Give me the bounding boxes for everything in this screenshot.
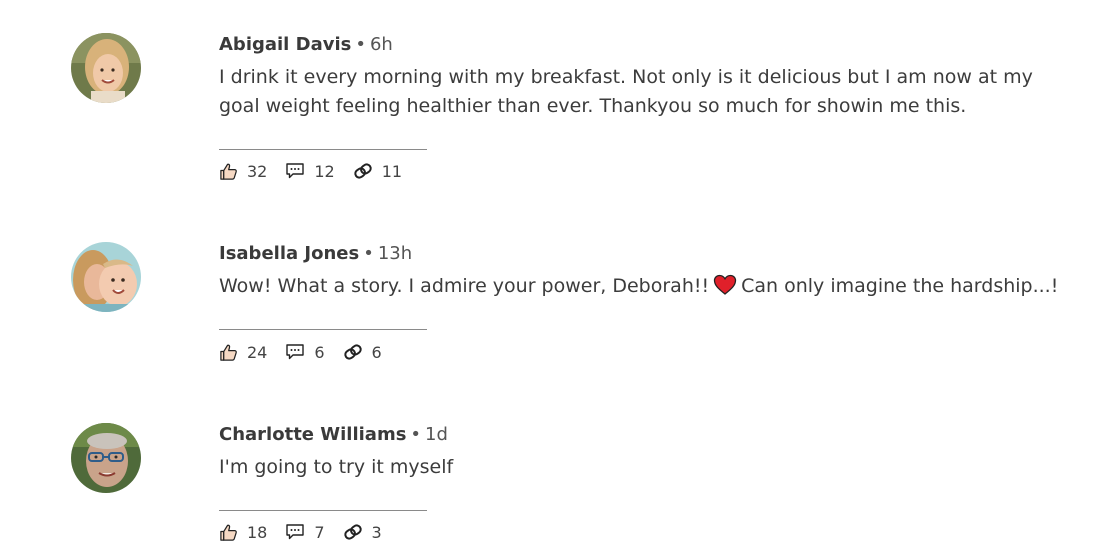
speech-bubble-icon <box>286 163 305 179</box>
comment-text: Wow! What a story. I admire your power, … <box>219 272 1069 301</box>
author-name[interactable]: Abigail Davis <box>219 34 351 55</box>
comment-text-part: Wow! What a story. I admire your power, … <box>219 275 710 297</box>
comment-body: Isabella Jones • 13h Wow! What a story. I … <box>219 242 1069 301</box>
heart-emoji-icon <box>713 274 737 295</box>
comment-text-part: Can only imagine the hardship...! <box>741 275 1059 297</box>
comment-body: Abigail Davis • 6h I drink it every mornin… <box>219 33 1069 121</box>
reply-button[interactable]: 6 <box>285 342 325 362</box>
separator-dot: • <box>410 424 422 445</box>
share-count: 6 <box>371 342 382 362</box>
author-name[interactable]: Isabella Jones <box>219 243 359 264</box>
comment-text: I drink it every morning with my breakfa… <box>219 66 1033 117</box>
comment-header: Charlotte Williams • 1d <box>219 423 1069 447</box>
separator-dot: • <box>355 34 366 55</box>
timestamp: 13h <box>377 243 413 264</box>
comment-header: Abigail Davis • 6h <box>219 33 1069 57</box>
separator-dot: • <box>363 243 374 264</box>
comment-body: Charlotte Williams • 1d I'm going to try i… <box>219 423 1069 482</box>
speech-bubble-icon <box>286 344 305 360</box>
timestamp: 1d <box>425 424 448 445</box>
avatar[interactable] <box>71 33 141 103</box>
reply-button[interactable]: 7 <box>285 522 325 542</box>
share-count: 11 <box>381 161 403 181</box>
comment-actions: 32 12 11 <box>219 160 402 182</box>
reply-count: 12 <box>314 161 335 181</box>
share-count: 3 <box>371 522 382 542</box>
avatar[interactable] <box>71 242 141 312</box>
divider <box>219 329 427 330</box>
like-button[interactable]: 18 <box>219 523 267 542</box>
reply-button[interactable]: 12 <box>285 161 335 181</box>
comment-actions: 18 7 3 <box>219 521 382 543</box>
timestamp: 6h <box>369 34 393 55</box>
like-count: 24 <box>247 342 268 362</box>
reply-count: 7 <box>314 522 325 542</box>
like-count: 32 <box>247 161 268 181</box>
comment-header: Isabella Jones • 13h <box>219 242 1069 266</box>
link-icon <box>354 163 372 179</box>
divider <box>219 510 427 511</box>
thumbs-up-icon <box>220 163 237 180</box>
like-count: 18 <box>247 522 268 542</box>
share-button[interactable]: 3 <box>343 523 382 542</box>
link-icon <box>343 524 362 540</box>
divider <box>219 149 427 150</box>
thumbs-up-icon <box>220 344 237 361</box>
avatar[interactable] <box>71 423 141 493</box>
thumbs-up-icon <box>220 524 237 541</box>
speech-bubble-icon <box>286 524 305 540</box>
reply-count: 6 <box>314 342 325 362</box>
like-button[interactable]: 32 <box>219 162 267 181</box>
link-icon <box>343 344 362 360</box>
share-button[interactable]: 11 <box>353 162 402 181</box>
comment-actions: 24 6 6 <box>219 341 382 363</box>
share-button[interactable]: 6 <box>343 343 382 362</box>
like-button[interactable]: 24 <box>219 343 267 362</box>
comment-text: I'm going to try it myself <box>219 456 454 478</box>
author-name[interactable]: Charlotte Williams <box>219 424 406 445</box>
